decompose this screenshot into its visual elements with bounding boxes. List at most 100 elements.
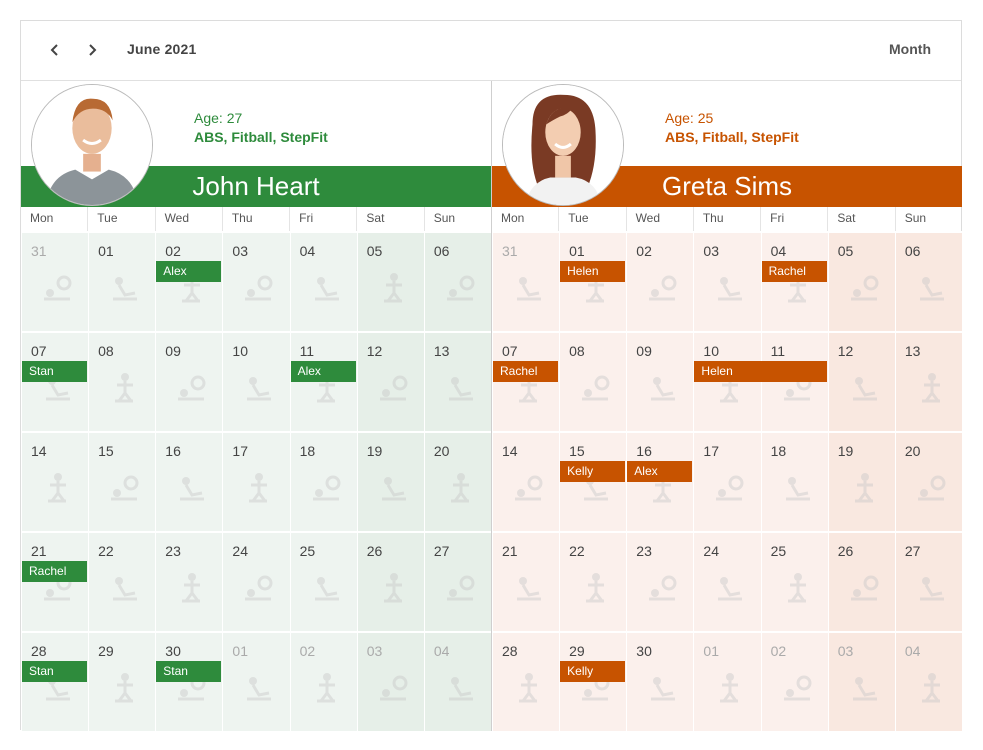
exercise-icon: [716, 475, 744, 501]
day-cell[interactable]: 10: [222, 331, 290, 431]
day-cell[interactable]: 01: [222, 631, 290, 731]
day-cell[interactable]: 05: [356, 231, 424, 331]
day-cell[interactable]: 14: [21, 431, 89, 531]
day-cell[interactable]: 04: [289, 231, 357, 331]
view-switcher-month[interactable]: Month: [889, 41, 931, 57]
exercise-icon: [919, 277, 944, 301]
day-cell[interactable]: 26: [356, 531, 424, 631]
day-cell[interactable]: 02: [626, 231, 694, 331]
scheduler: June 2021 Month John Heart Age: 27 ABS, …: [20, 20, 962, 731]
day-cell[interactable]: 20: [423, 431, 491, 531]
day-number: 15: [98, 443, 114, 459]
day-cell[interactable]: 12: [356, 331, 424, 431]
appointment[interactable]: Alex: [290, 361, 356, 382]
appointment[interactable]: Helen: [560, 261, 626, 282]
day-cell[interactable]: 02: [289, 631, 357, 731]
day-cell[interactable]: 13: [894, 331, 962, 431]
appointment[interactable]: Stan: [156, 661, 222, 682]
exercise-icon: [245, 575, 273, 601]
next-button[interactable]: [78, 36, 106, 64]
day-cell[interactable]: 23: [155, 531, 223, 631]
appointment[interactable]: Kelly: [560, 461, 626, 482]
day-cell[interactable]: 03: [222, 231, 290, 331]
appointment[interactable]: Stan: [22, 361, 88, 382]
day-cell[interactable]: 01: [88, 231, 156, 331]
appointment[interactable]: Rachel: [493, 361, 559, 382]
weekday-mon: Mon: [501, 211, 525, 225]
day-cell[interactable]: 17: [222, 431, 290, 531]
day-cell[interactable]: 27: [894, 531, 962, 631]
day-number: 17: [232, 443, 248, 459]
exercise-icon: [517, 577, 541, 601]
day-cell[interactable]: 01: [693, 631, 761, 731]
day-cell[interactable]: 29: [88, 631, 156, 731]
appointment[interactable]: Stan: [22, 661, 88, 682]
weekday-sun: Sun: [423, 207, 491, 231]
day-number: 09: [165, 343, 181, 359]
appointment[interactable]: Alex: [156, 261, 222, 282]
exercise-icon: [446, 575, 475, 601]
day-cell[interactable]: 03: [693, 231, 761, 331]
day-cell[interactable]: 21: [492, 531, 560, 631]
day-number: 29: [569, 643, 585, 659]
day-number: 22: [98, 543, 114, 559]
day-cell[interactable]: 31: [21, 231, 89, 331]
month-grid: 31 01 02 03 04 05 06 07 08 09 10 11 12 13 14 15 16 17 18 19…: [21, 231, 491, 731]
day-cell[interactable]: 24: [222, 531, 290, 631]
day-cell[interactable]: 22: [559, 531, 627, 631]
day-number: 22: [569, 543, 585, 559]
day-cell[interactable]: 26: [827, 531, 895, 631]
day-cell[interactable]: 23: [626, 531, 694, 631]
day-number: 26: [837, 543, 854, 559]
day-cell[interactable]: 13: [423, 331, 491, 431]
day-number: 11: [299, 343, 315, 359]
day-cell[interactable]: 24: [693, 531, 761, 631]
day-cell[interactable]: 05: [827, 231, 895, 331]
day-cell[interactable]: 09: [155, 331, 223, 431]
day-cell[interactable]: 27: [423, 531, 491, 631]
appointment[interactable]: Alex: [627, 461, 693, 482]
appointment[interactable]: Kelly: [560, 661, 626, 682]
exercise-icon: [448, 677, 473, 701]
day-cell[interactable]: 06: [423, 231, 491, 331]
day-number: 21: [502, 543, 518, 559]
day-cell[interactable]: 16: [155, 431, 223, 531]
day-cell[interactable]: 03: [827, 631, 895, 731]
day-cell[interactable]: 15: [88, 431, 156, 531]
day-cell[interactable]: 19: [827, 431, 895, 531]
exercise-icon: [586, 573, 605, 603]
day-cell[interactable]: 09: [626, 331, 694, 431]
day-cell[interactable]: 08: [559, 331, 627, 431]
day-cell[interactable]: 06: [894, 231, 962, 331]
day-number: 23: [165, 543, 181, 559]
day-cell[interactable]: 04: [423, 631, 491, 731]
date-navigator-caption[interactable]: June 2021: [127, 41, 197, 57]
day-cell[interactable]: 08: [88, 331, 156, 431]
day-cell[interactable]: 25: [289, 531, 357, 631]
day-cell[interactable]: 20: [894, 431, 962, 531]
day-cell[interactable]: 25: [760, 531, 828, 631]
day-cell[interactable]: 30: [626, 631, 694, 731]
day-cell[interactable]: 03: [356, 631, 424, 731]
day-number: 29: [98, 643, 114, 659]
appointment[interactable]: Rachel: [761, 261, 827, 282]
day-number: 02: [165, 243, 181, 259]
day-cell[interactable]: 18: [760, 431, 828, 531]
day-cell[interactable]: 28: [492, 631, 560, 731]
day-number: 01: [703, 643, 719, 659]
appointment[interactable]: Helen: [694, 361, 827, 382]
day-cell[interactable]: 04: [894, 631, 962, 731]
day-cell[interactable]: 22: [88, 531, 156, 631]
day-cell[interactable]: 02: [760, 631, 828, 731]
day-cell[interactable]: 12: [827, 331, 895, 431]
day-cell[interactable]: 19: [356, 431, 424, 531]
day-number: 20: [433, 443, 450, 459]
day-cell[interactable]: 18: [289, 431, 357, 531]
day-cell[interactable]: 17: [693, 431, 761, 531]
day-cell[interactable]: 31: [492, 231, 560, 331]
appointment[interactable]: Rachel: [22, 561, 88, 582]
weekday-tue: Tue: [87, 207, 154, 231]
previous-button[interactable]: [41, 36, 69, 64]
day-cell[interactable]: 14: [492, 431, 560, 531]
day-number: 02: [770, 643, 787, 659]
